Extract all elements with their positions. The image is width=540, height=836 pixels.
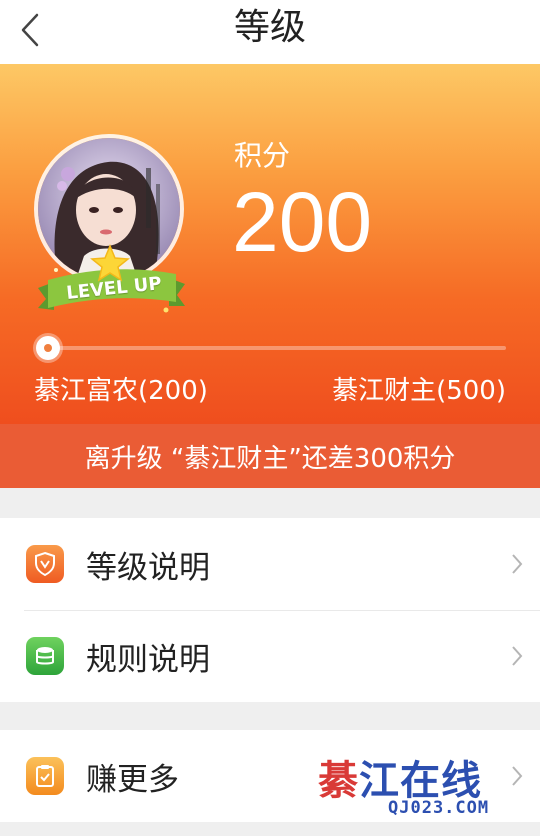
menu-group-info: 等级说明 规则说明 (0, 518, 540, 702)
points-value: 200 (232, 175, 373, 269)
current-level-label: 綦江富农(200) (34, 376, 208, 406)
menu-item-label: 赚更多 (86, 761, 179, 798)
menu-item-level-description[interactable]: 等级说明 (0, 518, 540, 610)
level-progress-knob (36, 336, 60, 360)
points-label: 积分 (234, 139, 291, 172)
level-progress-track (38, 346, 506, 350)
watermark-text: 江在线 (359, 757, 482, 804)
menu-item-label: 等级说明 (86, 549, 210, 586)
upgrade-banner: 离升级 “綦江财主”还差300积分 (0, 424, 540, 488)
page-title: 等级 (233, 7, 306, 48)
clipboard-check-icon (26, 757, 64, 795)
menu-item-label: 规则说明 (86, 641, 210, 678)
next-level-label: 綦江财主(500) (332, 376, 506, 406)
coins-icon (26, 637, 64, 675)
watermark-url: QJ023.COM (388, 798, 490, 818)
avatar-block: LEVEL UP (34, 134, 189, 314)
nav-bar: 等级 (0, 0, 540, 64)
chevron-right-icon (512, 554, 523, 574)
chevron-right-icon (512, 646, 523, 666)
shield-v-icon (26, 545, 64, 583)
watermark-logo: 綦江在线 QJ023.COM (318, 748, 540, 828)
menu-item-rules-description[interactable]: 规则说明 (0, 610, 540, 702)
level-hero: LEVEL UP 积分 200 綦江富农(200) 綦江财主(500) (0, 64, 540, 424)
upgrade-message: 离升级 “綦江财主”还差300积分 (84, 443, 456, 474)
level-up-badge: LEVEL UP (34, 244, 189, 314)
watermark-char: 綦 (318, 757, 359, 804)
